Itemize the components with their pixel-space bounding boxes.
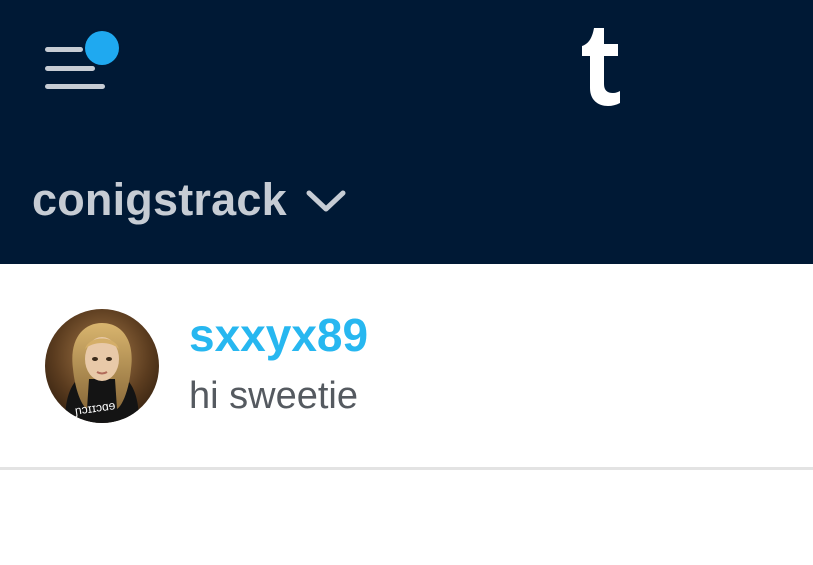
- menu-button[interactable]: [40, 26, 130, 96]
- divider: [0, 467, 813, 470]
- conversation-list-item[interactable]: ɲɔɪɪɔɑɘ sxxyx89 hi sweetie: [0, 264, 813, 467]
- chevron-down-icon: [306, 190, 346, 212]
- user-avatar[interactable]: ɲɔɪɪɔɑɘ: [45, 309, 159, 423]
- hamburger-menu-icon: [45, 29, 121, 89]
- app-header: conigstrack: [0, 0, 813, 264]
- blog-switcher[interactable]: conigstrack: [32, 170, 347, 230]
- conversation-preview: hi sweetie: [189, 375, 358, 417]
- tumblr-logo-icon: [582, 28, 620, 106]
- blog-name: conigstrack: [32, 174, 287, 225]
- tumblr-logo[interactable]: [578, 20, 634, 110]
- conversation-username: sxxyx89: [189, 309, 369, 361]
